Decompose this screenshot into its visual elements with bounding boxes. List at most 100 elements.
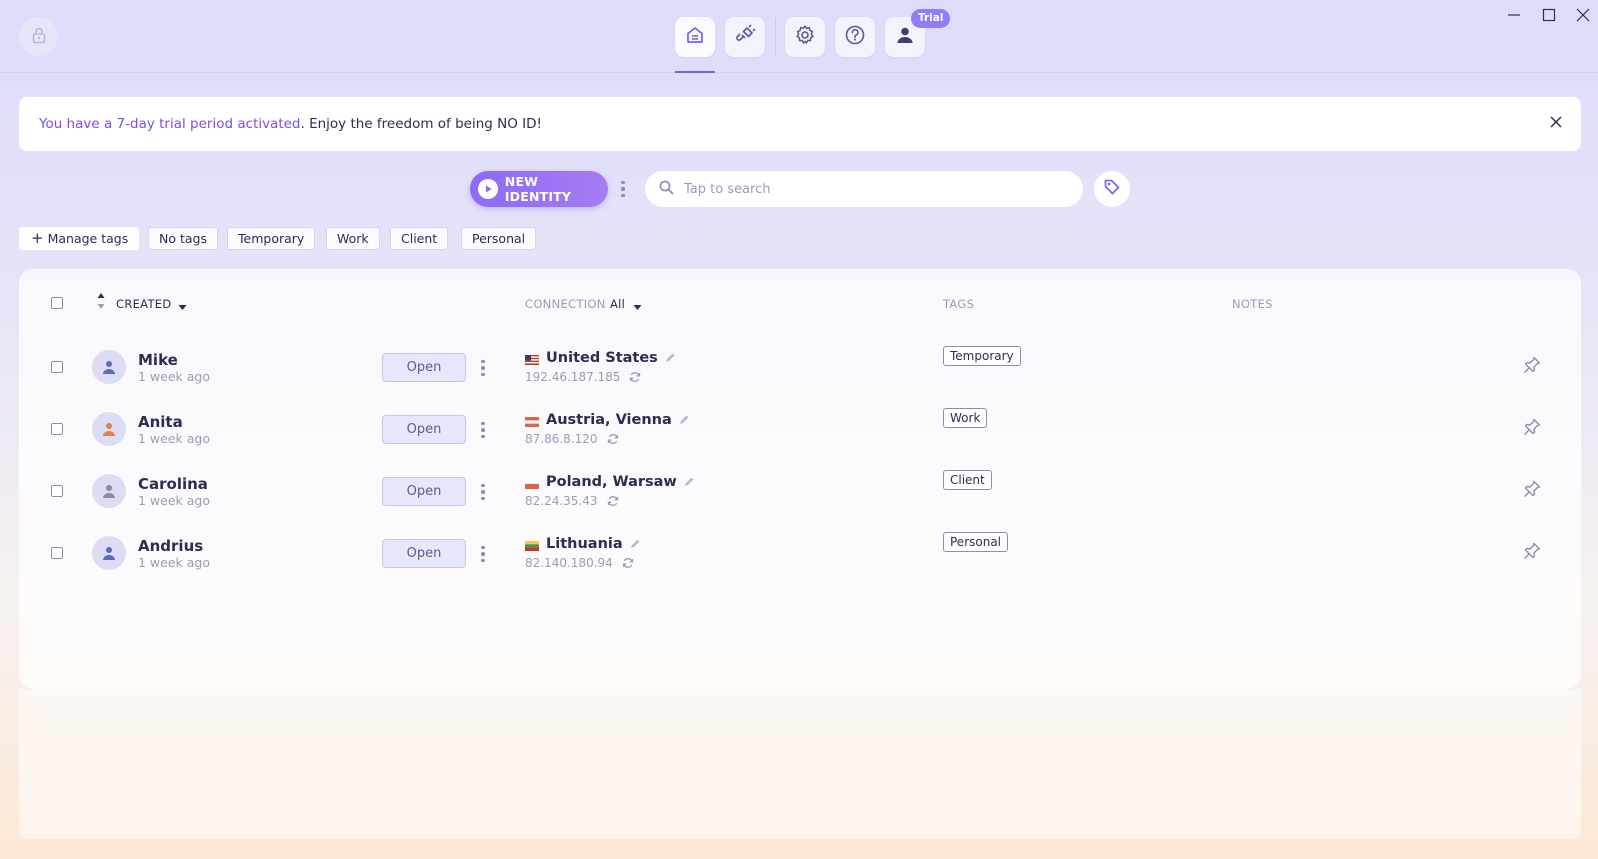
connection-location: United States: [525, 350, 675, 366]
open-button[interactable]: Open: [382, 415, 466, 444]
chevron-down-icon[interactable]: [633, 297, 642, 316]
tag-icon: [1103, 178, 1121, 200]
manage-tags-button[interactable]: + Manage tags: [19, 227, 140, 250]
new-identity-label: NEW IDENTITY: [504, 174, 572, 204]
tag-filter-work[interactable]: Work: [326, 227, 380, 250]
banner-highlight: You have a 7-day trial period activated: [39, 116, 301, 132]
connection-ip: 82.24.35.43: [525, 494, 619, 508]
open-button[interactable]: Open: [382, 539, 466, 568]
refresh-ip-icon[interactable]: [607, 495, 619, 507]
edit-location-icon[interactable]: [679, 415, 689, 425]
nav-connections-button[interactable]: [725, 17, 765, 57]
trial-badge: Trial: [911, 9, 951, 28]
pin-button[interactable]: [1521, 418, 1543, 440]
open-button[interactable]: Open: [382, 477, 466, 506]
avatar: [92, 474, 126, 508]
identity-tag[interactable]: Client: [943, 470, 992, 490]
column-created[interactable]: CREATED: [116, 297, 172, 311]
identity-created: 1 week ago: [138, 493, 210, 508]
pin-button[interactable]: [1521, 542, 1543, 564]
tag-filter-button[interactable]: [1094, 171, 1130, 207]
play-icon: [478, 179, 498, 199]
row-more-button[interactable]: [477, 357, 489, 379]
connection-filter-select[interactable]: All: [610, 297, 625, 311]
maximize-icon: [1542, 7, 1556, 26]
close-icon: [1576, 7, 1590, 26]
column-tags: TAGS: [943, 297, 975, 311]
location-label: Poland, Warsaw: [546, 474, 677, 490]
row-checkbox[interactable]: [51, 361, 63, 373]
column-notes: NOTES: [1232, 297, 1273, 311]
location-label: Lithuania: [546, 536, 623, 552]
close-icon: [1550, 116, 1562, 132]
tag-filter-no-tags[interactable]: No tags: [148, 227, 218, 250]
close-window-button[interactable]: [1569, 4, 1597, 28]
minimize-button[interactable]: [1500, 4, 1528, 28]
pin-button[interactable]: [1521, 356, 1543, 378]
trial-banner: You have a 7-day trial period activated.…: [19, 97, 1581, 151]
ip-address: 87.86.8.120: [525, 432, 598, 446]
plus-icon: +: [31, 229, 44, 247]
nav-help-button[interactable]: [835, 17, 875, 57]
pin-button[interactable]: [1521, 480, 1543, 502]
identities-panel: [19, 269, 1581, 689]
row-checkbox[interactable]: [51, 423, 63, 435]
location-label: United States: [546, 350, 658, 366]
row-more-button[interactable]: [477, 419, 489, 441]
row-checkbox[interactable]: [51, 485, 63, 497]
pin-icon: [1523, 356, 1541, 378]
identity-tag[interactable]: Temporary: [943, 346, 1021, 366]
tag-filter-personal[interactable]: Personal: [461, 227, 537, 250]
row-more-button[interactable]: [477, 543, 489, 565]
open-button[interactable]: Open: [382, 353, 466, 382]
sort-icon[interactable]: [97, 292, 105, 314]
minimize-icon: [1507, 7, 1521, 26]
flag-us-icon: [525, 353, 539, 365]
identity-name: Carolina: [138, 475, 208, 493]
new-identity-button[interactable]: NEW IDENTITY: [470, 171, 608, 207]
tag-filter-client[interactable]: Client: [390, 227, 449, 250]
new-identity-more-button[interactable]: [617, 178, 629, 200]
identity-name: Anita: [138, 413, 183, 431]
tag-filter-temporary[interactable]: Temporary: [227, 227, 316, 250]
search-icon: [659, 180, 674, 199]
refresh-ip-icon[interactable]: [629, 371, 641, 383]
select-all-checkbox[interactable]: [51, 297, 63, 309]
connection-ip: 192.46.187.185: [525, 370, 641, 384]
refresh-ip-icon[interactable]: [622, 557, 634, 569]
user-icon: [895, 25, 915, 49]
identity-tag[interactable]: Personal: [943, 532, 1009, 552]
refresh-ip-icon[interactable]: [607, 433, 619, 445]
avatar: [92, 536, 126, 570]
search-input[interactable]: [684, 181, 1064, 197]
pin-icon: [1523, 480, 1541, 502]
edit-location-icon[interactable]: [665, 353, 675, 363]
nav-separator: [775, 18, 776, 56]
edit-location-icon[interactable]: [630, 539, 640, 549]
location-label: Austria, Vienna: [546, 412, 672, 428]
plug-icon: [734, 24, 756, 50]
chevron-down-icon[interactable]: [178, 297, 187, 316]
ip-address: 192.46.187.185: [525, 370, 621, 384]
lock-button[interactable]: [19, 17, 58, 56]
pin-icon: [1523, 418, 1541, 440]
banner-close-button[interactable]: [1545, 113, 1567, 135]
maximize-button[interactable]: [1535, 4, 1563, 28]
ip-address: 82.140.180.94: [525, 556, 613, 570]
active-tab-indicator: [675, 71, 715, 73]
connection-ip: 82.140.180.94: [525, 556, 634, 570]
identity-tag[interactable]: Work: [943, 408, 988, 428]
nav-settings-button[interactable]: [785, 17, 825, 57]
avatar: [92, 412, 126, 446]
nav-home-button[interactable]: [675, 17, 715, 57]
gear-icon: [794, 24, 816, 50]
row-checkbox[interactable]: [51, 547, 63, 559]
flag-lt-icon: [525, 539, 539, 551]
lock-icon: [31, 26, 47, 48]
row-more-button[interactable]: [477, 481, 489, 503]
connection-ip: 87.86.8.120: [525, 432, 619, 446]
ip-address: 82.24.35.43: [525, 494, 598, 508]
identity-name: Mike: [138, 351, 178, 369]
help-icon: [844, 24, 866, 50]
edit-location-icon[interactable]: [684, 477, 694, 487]
